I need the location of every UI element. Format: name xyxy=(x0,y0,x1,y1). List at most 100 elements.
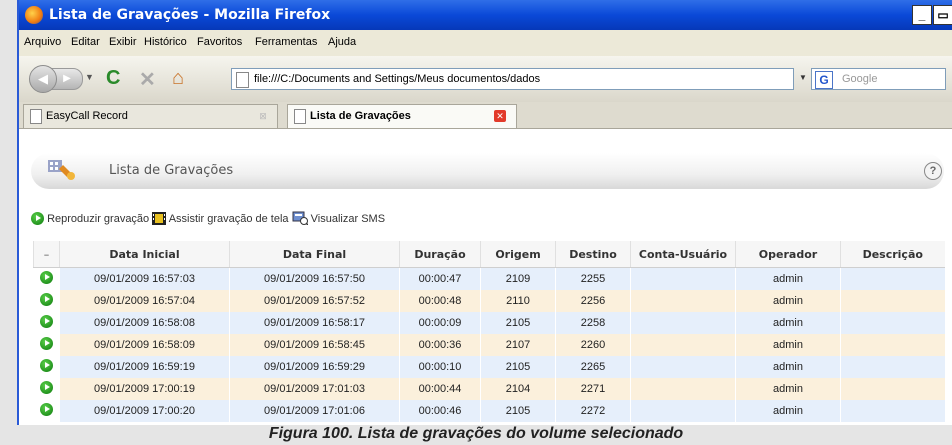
view-sms-button[interactable]: Visualizar SMS xyxy=(292,211,385,225)
column-header[interactable]: Duração xyxy=(399,241,481,268)
page-icon xyxy=(30,109,42,124)
table-cell xyxy=(840,378,945,400)
column-header[interactable]: Conta-Usuário xyxy=(630,241,736,268)
history-dropdown-icon[interactable]: ▼ xyxy=(85,72,94,82)
table-row[interactable]: 09/01/2009 17:00:19 09/01/2009 17:01:03 00… xyxy=(33,378,945,400)
play-icon[interactable] xyxy=(40,381,53,394)
table-cell xyxy=(840,290,945,312)
menu-historico[interactable]: Histórico xyxy=(144,36,187,48)
column-header[interactable]: Destino xyxy=(555,241,631,268)
play-icon[interactable] xyxy=(40,293,53,306)
tab-lista-de-gravacoes[interactable]: Lista de Gravações ✕ xyxy=(287,104,517,128)
play-icon[interactable] xyxy=(40,337,53,350)
play-cell[interactable] xyxy=(33,290,60,312)
google-engine-icon[interactable]: G xyxy=(815,71,833,89)
column-header[interactable]: Origem xyxy=(480,241,556,268)
table-cell xyxy=(630,267,736,290)
table-row[interactable]: 09/01/2009 16:59:19 09/01/2009 16:59:29 00… xyxy=(33,356,945,378)
url-dropdown-icon[interactable]: ▼ xyxy=(799,73,807,82)
table-cell xyxy=(630,334,736,356)
table-cell: 2256 xyxy=(555,290,631,312)
table-cell xyxy=(630,290,736,312)
stop-icon[interactable]: ✕ xyxy=(139,67,156,92)
maximize-button[interactable]: ▭ xyxy=(933,5,952,25)
reload-icon[interactable]: C xyxy=(106,67,120,90)
menu-favoritos[interactable]: Favoritos xyxy=(197,36,242,48)
table-header: – Data Inicial Data Final Duração Origem… xyxy=(33,241,945,268)
play-cell[interactable] xyxy=(33,312,60,334)
play-recording-label: Reproduzir gravação xyxy=(47,213,150,225)
column-header[interactable]: Data Inicial xyxy=(59,241,230,268)
play-cell[interactable] xyxy=(33,378,60,400)
page-icon xyxy=(294,109,306,124)
minimize-button[interactable]: _ xyxy=(912,5,932,25)
table-cell xyxy=(630,400,736,422)
table-cell: 2271 xyxy=(555,378,631,400)
url-text: file:///C:/Documents and Settings/Meus d… xyxy=(254,73,541,85)
menu-arquivo[interactable]: Arquivo xyxy=(24,36,61,48)
table-cell: 00:00:44 xyxy=(399,378,481,400)
close-tab-icon[interactable]: ⊠ xyxy=(257,110,269,122)
table-cell xyxy=(630,378,736,400)
column-header[interactable]: Descrição xyxy=(840,241,945,268)
table-cell xyxy=(840,312,945,334)
menu-exibir[interactable]: Exibir xyxy=(109,36,137,48)
table-cell: 09/01/2009 17:01:03 xyxy=(229,378,400,400)
table-cell: 09/01/2009 16:58:45 xyxy=(229,334,400,356)
play-icon[interactable] xyxy=(40,359,53,372)
figure-caption: Figura 100. Lista de gravações do volume… xyxy=(268,425,684,442)
menu-ferramentas[interactable]: Ferramentas xyxy=(255,36,317,48)
recordings-table: – Data Inicial Data Final Duração Origem… xyxy=(33,241,945,422)
menu-editar[interactable]: Editar xyxy=(71,36,100,48)
action-bar: Reproduzir gravação Assistir gravação de… xyxy=(31,211,385,225)
table-cell: 09/01/2009 16:58:09 xyxy=(59,334,230,356)
home-icon[interactable]: ⌂ xyxy=(172,67,184,90)
search-placeholder: Google xyxy=(842,73,878,85)
play-cell[interactable] xyxy=(33,334,60,356)
table-row[interactable]: 09/01/2009 17:00:20 09/01/2009 17:01:06 00… xyxy=(33,400,945,422)
play-cell[interactable] xyxy=(33,267,60,290)
play-cell[interactable] xyxy=(33,400,60,422)
table-cell: admin xyxy=(735,378,841,400)
play-recording-button[interactable]: Reproduzir gravação xyxy=(31,212,152,225)
table-cell: 09/01/2009 17:00:20 xyxy=(59,400,230,422)
table-cell xyxy=(630,312,736,334)
table-cell: 2104 xyxy=(480,378,556,400)
browser-window: Lista de Gravações - Mozilla Firefox _ ▭… xyxy=(17,0,952,425)
table-cell: admin xyxy=(735,400,841,422)
table-row[interactable]: 09/01/2009 16:57:03 09/01/2009 16:57:50 00… xyxy=(33,267,945,290)
table-row[interactable]: 09/01/2009 16:58:09 09/01/2009 16:58:45 00… xyxy=(33,334,945,356)
table-cell: 2265 xyxy=(555,356,631,378)
close-tab-icon[interactable]: ✕ xyxy=(494,110,506,122)
help-icon[interactable]: ? xyxy=(924,162,942,180)
table-cell: 09/01/2009 16:58:17 xyxy=(229,312,400,334)
column-header[interactable]: – xyxy=(33,241,60,268)
table-cell: 09/01/2009 16:59:19 xyxy=(59,356,230,378)
play-cell[interactable] xyxy=(33,356,60,378)
table-cell xyxy=(840,334,945,356)
table-cell xyxy=(840,267,945,290)
play-icon[interactable] xyxy=(40,315,53,328)
table-cell: 2109 xyxy=(480,267,556,290)
table-cell: 2260 xyxy=(555,334,631,356)
tab-label: EasyCall Record xyxy=(46,110,128,122)
column-header[interactable]: Data Final xyxy=(229,241,400,268)
table-cell: 09/01/2009 16:58:08 xyxy=(59,312,230,334)
column-header[interactable]: Operador xyxy=(735,241,841,268)
watch-screen-button[interactable]: Assistir gravação de tela xyxy=(152,212,291,225)
table-row[interactable]: 09/01/2009 16:57:04 09/01/2009 16:57:52 00… xyxy=(33,290,945,312)
play-icon[interactable] xyxy=(40,403,53,416)
table-cell: 00:00:47 xyxy=(399,267,481,290)
table-cell: admin xyxy=(735,267,841,290)
menu-ajuda[interactable]: Ajuda xyxy=(328,36,356,48)
window-title: Lista de Gravações - Mozilla Firefox xyxy=(49,7,331,23)
tab-easycall-record[interactable]: EasyCall Record ⊠ xyxy=(23,104,278,128)
back-button[interactable]: ◀ xyxy=(29,65,57,93)
play-icon[interactable] xyxy=(40,271,53,284)
table-row[interactable]: 09/01/2009 16:58:08 09/01/2009 16:58:17 00… xyxy=(33,312,945,334)
table-cell: 2105 xyxy=(480,356,556,378)
table-cell: 00:00:09 xyxy=(399,312,481,334)
address-bar[interactable]: file:///C:/Documents and Settings/Meus d… xyxy=(231,68,794,90)
search-box[interactable]: G Google xyxy=(811,68,946,90)
play-icon xyxy=(31,212,44,225)
